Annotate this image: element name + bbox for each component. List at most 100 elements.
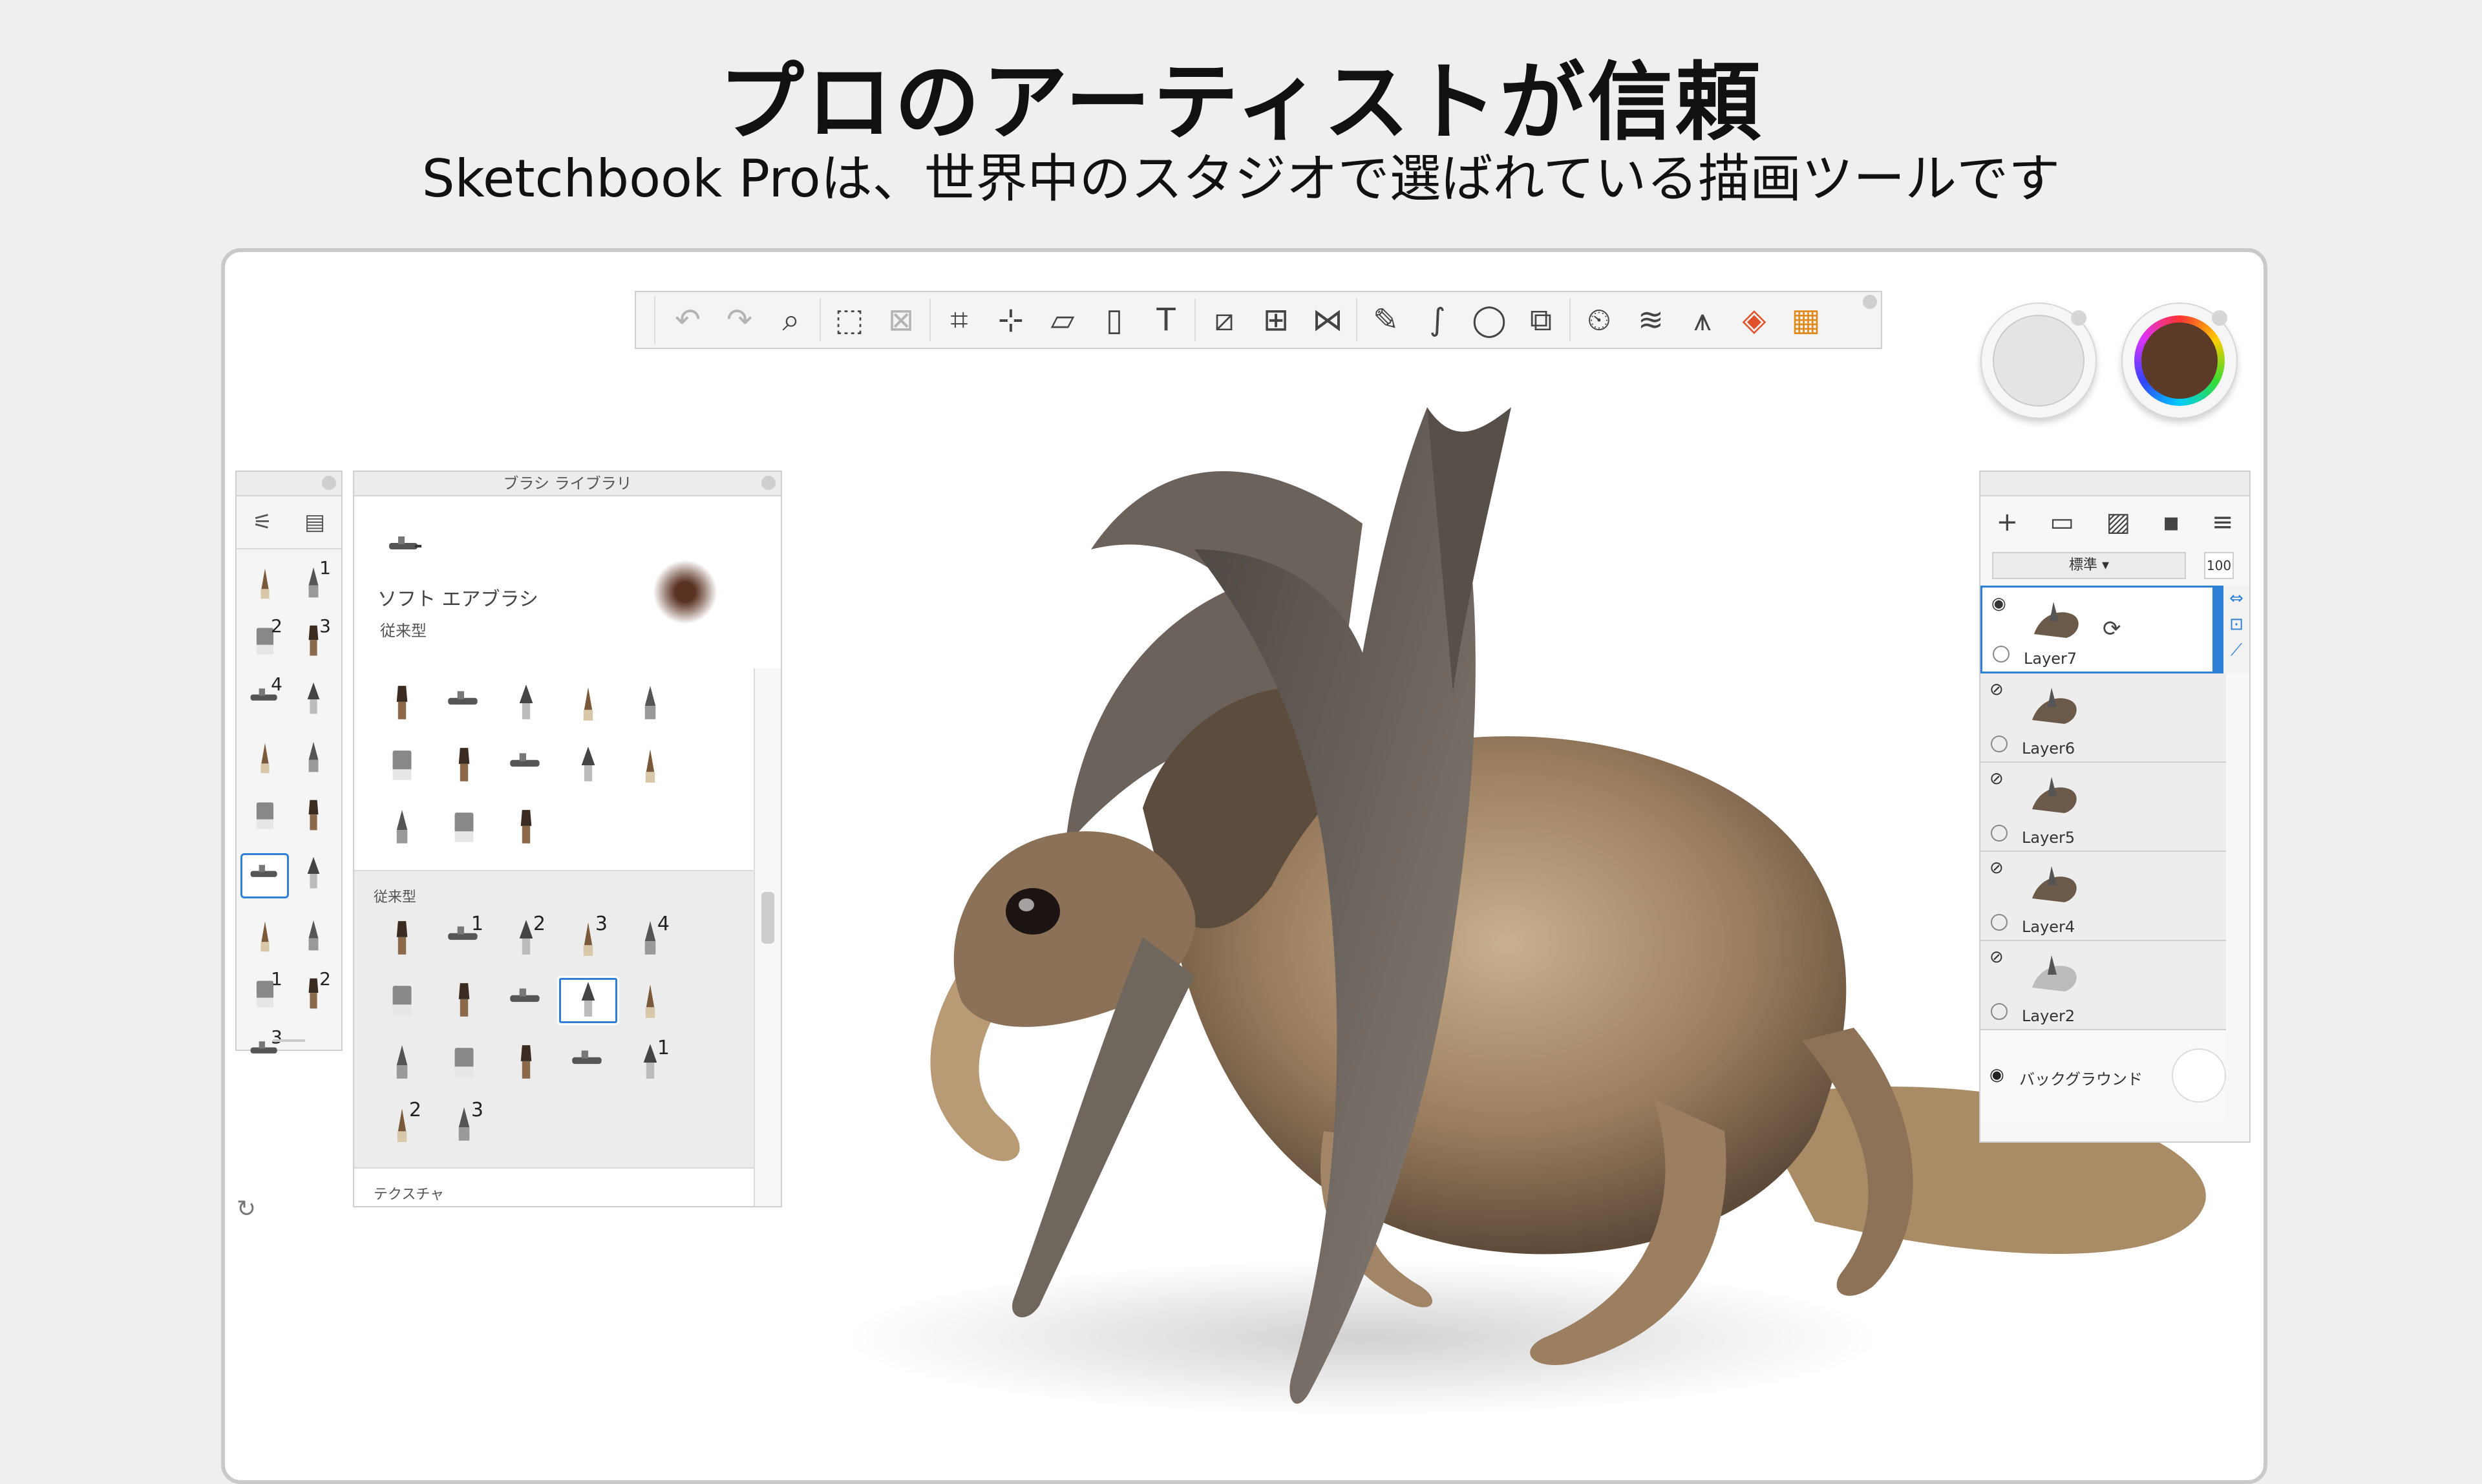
scrollbar-thumb[interactable] — [761, 892, 774, 944]
undo-icon[interactable]: ↶ — [662, 294, 714, 346]
brush-library-icon[interactable]: ▤ — [304, 509, 325, 535]
library-brush[interactable] — [433, 976, 495, 1025]
layer-magic-icon[interactable]: ⟋ — [2223, 637, 2249, 663]
library-brush[interactable] — [371, 803, 433, 852]
layer-row[interactable]: ⊘ Layer4 — [1980, 852, 2226, 941]
palette-brush[interactable] — [240, 915, 289, 957]
library-brush[interactable] — [433, 741, 495, 790]
toolbar-handle[interactable] — [1863, 295, 1877, 309]
library-brush[interactable] — [371, 679, 433, 728]
text-icon[interactable]: T — [1140, 294, 1192, 346]
library-brush[interactable] — [619, 741, 681, 790]
layer-lock-toggle[interactable] — [1991, 825, 2008, 842]
palette-brush[interactable] — [289, 853, 337, 895]
library-brush[interactable] — [557, 679, 619, 728]
library-brush[interactable]: 1 — [619, 1037, 681, 1087]
background-layer[interactable]: ◉ バックグラウンド — [1980, 1030, 2226, 1121]
blend-mode-select[interactable]: 標準 ▾ — [1992, 552, 2186, 579]
library-brush[interactable]: 3 — [557, 913, 619, 963]
library-brush[interactable] — [433, 1038, 495, 1087]
library-brush[interactable] — [619, 976, 681, 1025]
palette-brush[interactable] — [240, 562, 289, 604]
redo-icon[interactable]: ↷ — [714, 294, 765, 346]
zoom-icon[interactable]: ⌕ — [765, 294, 817, 346]
eye-icon[interactable]: ◉ — [1991, 594, 2006, 613]
layer-editor-titlebar[interactable] — [1980, 472, 2249, 496]
brush-properties-icon[interactable]: ⚟ — [253, 509, 272, 535]
brush-puck-center[interactable] — [1993, 315, 2084, 407]
library-brush[interactable]: 4 — [619, 913, 681, 963]
palette-brush[interactable]: 3 — [240, 1026, 289, 1073]
library-brush[interactable] — [371, 741, 433, 790]
current-color-swatch[interactable] — [2141, 323, 2218, 399]
layer-align-icon[interactable]: ⇔ — [2223, 586, 2249, 611]
palette-handle[interactable] — [322, 476, 336, 490]
library-brush[interactable] — [433, 803, 495, 852]
library-brush[interactable] — [433, 679, 495, 728]
pen-icon[interactable]: ✎ — [1360, 294, 1412, 346]
library-brush[interactable]: 1 — [433, 913, 495, 963]
add-group-icon[interactable]: ▭ — [2050, 507, 2074, 537]
layer-row[interactable]: ⊘ Layer2 — [1980, 941, 2226, 1030]
library-brush[interactable] — [371, 976, 433, 1025]
color-editor-icon[interactable]: ◈ — [1728, 294, 1780, 346]
library-brush[interactable] — [495, 803, 557, 852]
library-titlebar[interactable]: ブラシ ライブラリ — [354, 472, 781, 496]
palette-brush[interactable]: 1 — [289, 557, 337, 604]
add-image-icon[interactable]: ▨ — [2106, 507, 2130, 537]
palette-resize-bar[interactable] — [273, 1039, 305, 1042]
select-icon[interactable]: ⬚ — [823, 294, 875, 346]
library-brush[interactable] — [371, 914, 433, 963]
library-brush[interactable]: 2 — [495, 913, 557, 963]
color-ring[interactable] — [2134, 315, 2225, 406]
palette-brush[interactable] — [289, 915, 337, 957]
palette-brush[interactable] — [289, 737, 337, 778]
palette-brush[interactable] — [289, 795, 337, 836]
library-scrollbar[interactable] — [754, 668, 781, 1206]
puck-handle[interactable] — [2212, 310, 2227, 326]
swatch-icon[interactable]: ▦ — [1780, 294, 1832, 346]
library-brush[interactable] — [495, 679, 557, 728]
layer-row[interactable]: ⊘ Layer5 — [1980, 763, 2226, 852]
palette-brush[interactable]: 2 — [289, 968, 337, 1015]
refresh-icon[interactable]: ↻ — [237, 1196, 256, 1222]
library-brush[interactable] — [557, 976, 619, 1025]
transform-icon[interactable]: ▱ — [1037, 294, 1088, 346]
ruler-icon[interactable]: ⧄ — [1198, 294, 1250, 346]
eye-hidden-icon[interactable]: ⊘ — [1989, 948, 2004, 967]
layer-lock-toggle[interactable] — [1991, 914, 2008, 931]
eye-hidden-icon[interactable]: ⊘ — [1989, 769, 2004, 789]
layer-lock-toggle[interactable] — [1991, 736, 2008, 752]
opacity-field[interactable]: 100 — [2204, 552, 2234, 579]
palette-brush[interactable] — [240, 853, 289, 898]
curve-icon[interactable]: ∫ — [1412, 294, 1463, 346]
library-brush[interactable] — [557, 1038, 619, 1087]
layer-menu-icon[interactable]: ≡ — [2212, 507, 2234, 537]
palette-brush[interactable] — [240, 795, 289, 836]
palette-brush[interactable]: 1 — [240, 968, 289, 1015]
brushes-icon[interactable]: ⩚ — [1677, 294, 1728, 346]
brush-puck[interactable] — [1980, 302, 2097, 419]
lasso-icon[interactable]: ⊹ — [985, 294, 1037, 346]
library-brush[interactable] — [619, 679, 681, 728]
layer-row[interactable]: ⊘ Layer6 — [1980, 673, 2226, 763]
library-brush[interactable] — [495, 741, 557, 790]
crop-icon[interactable]: ⌗ — [933, 294, 985, 346]
ellipse-icon[interactable]: ◯ — [1463, 294, 1515, 346]
perspective-icon[interactable]: ⊞ — [1250, 294, 1302, 346]
library-brush[interactable]: 3 — [433, 1099, 495, 1149]
layer-transform-icon[interactable]: ⊡ — [2223, 611, 2249, 637]
layer-lock-toggle[interactable] — [1993, 646, 2010, 662]
eye-icon[interactable]: ◉ — [1989, 1065, 2004, 1085]
layers-icon[interactable]: ≋ — [1625, 294, 1677, 346]
palette-brush[interactable] — [240, 737, 289, 778]
layer-row[interactable]: ◉ Layer7 ⟳ — [1980, 586, 2226, 673]
deselect-icon[interactable]: ⊠ — [875, 294, 927, 346]
library-handle[interactable] — [761, 476, 776, 490]
library-brush[interactable] — [371, 1038, 433, 1087]
sync-icon[interactable]: ⟳ — [2103, 616, 2121, 642]
palette-brush[interactable]: 4 — [240, 673, 289, 720]
palette-brush[interactable] — [289, 679, 337, 720]
puck-handle[interactable] — [2071, 310, 2086, 326]
fill-icon[interactable]: ▯ — [1088, 294, 1140, 346]
